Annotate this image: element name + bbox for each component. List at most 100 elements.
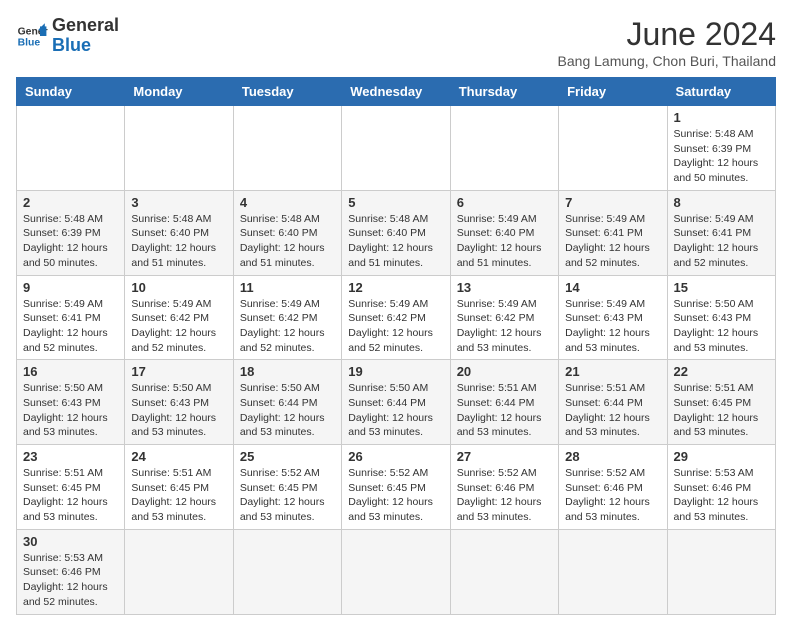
- week-row-3: 16Sunrise: 5:50 AMSunset: 6:43 PMDayligh…: [17, 360, 776, 445]
- calendar-cell: [342, 529, 450, 614]
- weekday-header-row: SundayMondayTuesdayWednesdayThursdayFrid…: [17, 78, 776, 106]
- day-number: 7: [565, 195, 660, 210]
- day-info: Sunrise: 5:51 AMSunset: 6:45 PMDaylight:…: [674, 381, 769, 440]
- calendar-cell: 8Sunrise: 5:49 AMSunset: 6:41 PMDaylight…: [667, 190, 775, 275]
- day-number: 6: [457, 195, 552, 210]
- day-info: Sunrise: 5:48 AMSunset: 6:39 PMDaylight:…: [23, 212, 118, 271]
- day-number: 4: [240, 195, 335, 210]
- day-number: 1: [674, 110, 769, 125]
- day-info: Sunrise: 5:52 AMSunset: 6:46 PMDaylight:…: [565, 466, 660, 525]
- day-info: Sunrise: 5:48 AMSunset: 6:40 PMDaylight:…: [348, 212, 443, 271]
- calendar-cell: 26 Sunrise: 5:52 AMSunset: 6:45 PMDayligh…: [342, 445, 450, 530]
- logo-blue: Blue: [52, 36, 119, 56]
- weekday-header-sunday: Sunday: [17, 78, 125, 106]
- calendar-cell: 18Sunrise: 5:50 AMSunset: 6:44 PMDayligh…: [233, 360, 341, 445]
- calendar-cell: 29 Sunrise: 5:53 AMSunset: 6:46 PMDayligh…: [667, 445, 775, 530]
- calendar-cell: 12 Sunrise: 5:49 AMSunset: 6:42 PMDayligh…: [342, 275, 450, 360]
- calendar-cell: 17 Sunrise: 5:50 AMSunset: 6:43 PMDayligh…: [125, 360, 233, 445]
- calendar-cell: 11 Sunrise: 5:49 AMSunset: 6:42 PMDayligh…: [233, 275, 341, 360]
- day-info: Sunrise: 5:48 AMSunset: 6:40 PMDaylight:…: [131, 212, 226, 271]
- calendar-cell: 10Sunrise: 5:49 AMSunset: 6:42 PMDayligh…: [125, 275, 233, 360]
- day-info: Sunrise: 5:52 AMSunset: 6:45 PMDaylight:…: [348, 466, 443, 525]
- day-number: 27: [457, 449, 552, 464]
- day-info: Sunrise: 5:53 AMSunset: 6:46 PMDaylight:…: [674, 466, 769, 525]
- day-info: Sunrise: 5:49 AMSunset: 6:42 PMDaylight:…: [457, 297, 552, 356]
- day-info: Sunrise: 5:50 AMSunset: 6:43 PMDaylight:…: [23, 381, 118, 440]
- calendar-cell: 25Sunrise: 5:52 AMSunset: 6:45 PMDayligh…: [233, 445, 341, 530]
- day-number: 11: [240, 280, 335, 295]
- calendar-cell: 27Sunrise: 5:52 AMSunset: 6:46 PMDayligh…: [450, 445, 558, 530]
- day-number: 29: [674, 449, 769, 464]
- day-number: 26: [348, 449, 443, 464]
- calendar-cell: 7 Sunrise: 5:49 AMSunset: 6:41 PMDaylight…: [559, 190, 667, 275]
- calendar-cell: 16Sunrise: 5:50 AMSunset: 6:43 PMDayligh…: [17, 360, 125, 445]
- svg-text:Blue: Blue: [18, 37, 41, 48]
- weekday-header-monday: Monday: [125, 78, 233, 106]
- day-info: Sunrise: 5:49 AMSunset: 6:41 PMDaylight:…: [674, 212, 769, 271]
- calendar-cell: 2 Sunrise: 5:48 AMSunset: 6:39 PMDaylight…: [17, 190, 125, 275]
- week-row-0: 1 Sunrise: 5:48 AMSunset: 6:39 PMDaylight…: [17, 106, 776, 191]
- calendar-cell: 19Sunrise: 5:50 AMSunset: 6:44 PMDayligh…: [342, 360, 450, 445]
- day-info: Sunrise: 5:48 AMSunset: 6:39 PMDaylight:…: [674, 127, 769, 186]
- month-title: June 2024: [558, 16, 776, 53]
- calendar-cell: [450, 529, 558, 614]
- week-row-1: 2 Sunrise: 5:48 AMSunset: 6:39 PMDaylight…: [17, 190, 776, 275]
- calendar-cell: 4Sunrise: 5:48 AMSunset: 6:40 PMDaylight…: [233, 190, 341, 275]
- day-info: Sunrise: 5:49 AMSunset: 6:41 PMDaylight:…: [23, 297, 118, 356]
- day-number: 20: [457, 364, 552, 379]
- day-number: 2: [23, 195, 118, 210]
- day-info: Sunrise: 5:49 AMSunset: 6:42 PMDaylight:…: [131, 297, 226, 356]
- weekday-header-thursday: Thursday: [450, 78, 558, 106]
- calendar-cell: [125, 529, 233, 614]
- calendar-table: SundayMondayTuesdayWednesdayThursdayFrid…: [16, 77, 776, 615]
- calendar-cell: [233, 106, 341, 191]
- weekday-header-tuesday: Tuesday: [233, 78, 341, 106]
- week-row-2: 9Sunrise: 5:49 AMSunset: 6:41 PMDaylight…: [17, 275, 776, 360]
- day-info: Sunrise: 5:49 AMSunset: 6:43 PMDaylight:…: [565, 297, 660, 356]
- week-row-5: 30 Sunrise: 5:53 AMSunset: 6:46 PMDayligh…: [17, 529, 776, 614]
- calendar-cell: 9Sunrise: 5:49 AMSunset: 6:41 PMDaylight…: [17, 275, 125, 360]
- location: Bang Lamung, Chon Buri, Thailand: [558, 53, 776, 69]
- day-number: 30: [23, 534, 118, 549]
- day-info: Sunrise: 5:53 AMSunset: 6:46 PMDaylight:…: [23, 551, 118, 610]
- weekday-header-friday: Friday: [559, 78, 667, 106]
- calendar-cell: [450, 106, 558, 191]
- day-info: Sunrise: 5:49 AMSunset: 6:42 PMDaylight:…: [240, 297, 335, 356]
- day-number: 22: [674, 364, 769, 379]
- day-info: Sunrise: 5:50 AMSunset: 6:43 PMDaylight:…: [131, 381, 226, 440]
- calendar-cell: 21Sunrise: 5:51 AMSunset: 6:44 PMDayligh…: [559, 360, 667, 445]
- day-info: Sunrise: 5:51 AMSunset: 6:45 PMDaylight:…: [131, 466, 226, 525]
- day-info: Sunrise: 5:50 AMSunset: 6:43 PMDaylight:…: [674, 297, 769, 356]
- calendar-cell: [667, 529, 775, 614]
- day-info: Sunrise: 5:51 AMSunset: 6:44 PMDaylight:…: [565, 381, 660, 440]
- calendar-cell: [233, 529, 341, 614]
- calendar-cell: 5 Sunrise: 5:48 AMSunset: 6:40 PMDaylight…: [342, 190, 450, 275]
- calendar-cell: 23 Sunrise: 5:51 AMSunset: 6:45 PMDayligh…: [17, 445, 125, 530]
- day-number: 14: [565, 280, 660, 295]
- day-number: 28: [565, 449, 660, 464]
- day-number: 5: [348, 195, 443, 210]
- day-info: Sunrise: 5:49 AMSunset: 6:42 PMDaylight:…: [348, 297, 443, 356]
- day-number: 13: [457, 280, 552, 295]
- title-block: June 2024 Bang Lamung, Chon Buri, Thaila…: [558, 16, 776, 69]
- day-info: Sunrise: 5:51 AMSunset: 6:45 PMDaylight:…: [23, 466, 118, 525]
- weekday-header-saturday: Saturday: [667, 78, 775, 106]
- day-number: 15: [674, 280, 769, 295]
- day-number: 12: [348, 280, 443, 295]
- page-header: General Blue General Blue June 2024 Bang…: [16, 16, 776, 69]
- day-number: 23: [23, 449, 118, 464]
- day-number: 25: [240, 449, 335, 464]
- calendar-cell: [17, 106, 125, 191]
- day-info: Sunrise: 5:51 AMSunset: 6:44 PMDaylight:…: [457, 381, 552, 440]
- logo-general: General: [52, 16, 119, 36]
- logo-icon: General Blue: [16, 20, 48, 52]
- day-info: Sunrise: 5:50 AMSunset: 6:44 PMDaylight:…: [240, 381, 335, 440]
- calendar-cell: [342, 106, 450, 191]
- calendar-cell: 6Sunrise: 5:49 AMSunset: 6:40 PMDaylight…: [450, 190, 558, 275]
- day-info: Sunrise: 5:49 AMSunset: 6:41 PMDaylight:…: [565, 212, 660, 271]
- calendar-cell: 20 Sunrise: 5:51 AMSunset: 6:44 PMDayligh…: [450, 360, 558, 445]
- calendar-cell: 1 Sunrise: 5:48 AMSunset: 6:39 PMDaylight…: [667, 106, 775, 191]
- day-number: 17: [131, 364, 226, 379]
- logo: General Blue General Blue: [16, 16, 119, 56]
- week-row-4: 23 Sunrise: 5:51 AMSunset: 6:45 PMDayligh…: [17, 445, 776, 530]
